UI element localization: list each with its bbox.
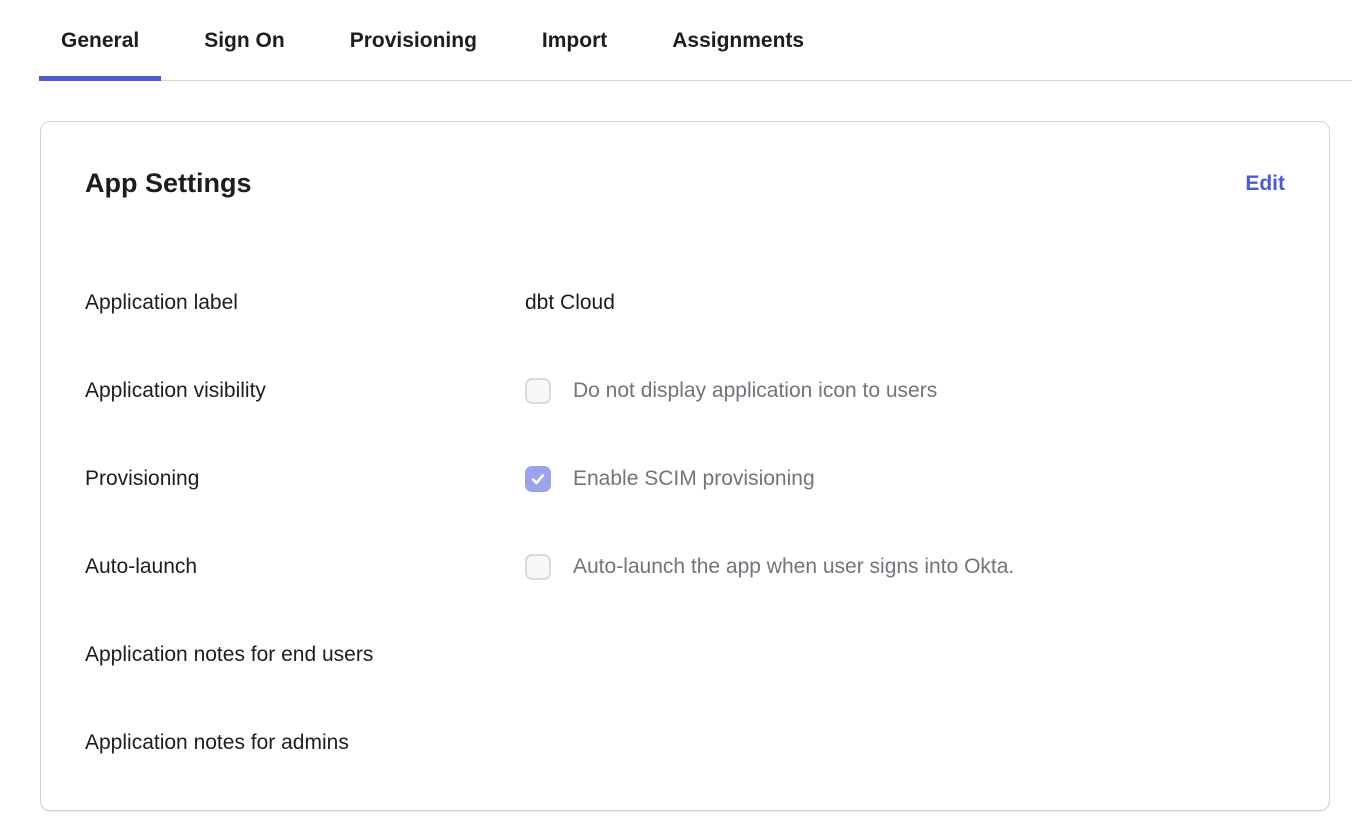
checkbox-checked[interactable] [525,466,551,492]
settings-row: Auto-launch Auto-launch the app when user… [85,552,1285,582]
checkbox-label: Auto-launch the app when user signs into… [573,552,1014,582]
setting-value-area: Auto-launch the app when user signs into… [525,552,1014,582]
tab-assignments[interactable]: Assignments [650,0,826,80]
card-title: App Settings [85,168,252,199]
setting-value-area: Do not display application icon to users [525,376,937,406]
settings-row: Application visibility Do not display app… [85,376,1285,406]
settings-row: Provisioning Enable SCIM provisioning [85,464,1285,494]
app-settings-card: App Settings Edit Application labeldbt C… [40,121,1330,811]
setting-label: Auto-launch [85,552,525,582]
settings-row: Application notes for admins [85,728,1285,758]
checkbox-unchecked[interactable] [525,378,551,404]
settings-row: Application notes for end users [85,640,1285,670]
setting-value: dbt Cloud [525,288,615,318]
edit-button[interactable]: Edit [1245,168,1285,199]
tab-sign-on[interactable]: Sign On [182,0,307,80]
setting-value-area: Enable SCIM provisioning [525,464,815,494]
setting-value-area: dbt Cloud [525,288,615,318]
setting-label: Provisioning [85,464,525,494]
tab-bar: General Sign On Provisioning Import Assignme… [39,0,1352,81]
settings-row: Application labeldbt Cloud [85,288,1285,318]
check-icon [530,471,546,487]
checkbox-unchecked[interactable] [525,554,551,580]
checkbox-label: Enable SCIM provisioning [573,464,815,494]
setting-label: Application label [85,288,525,318]
checkbox-label: Do not display application icon to users [573,376,937,406]
card-header: App Settings Edit [85,168,1285,199]
tab-provisioning[interactable]: Provisioning [328,0,499,80]
setting-label: Application notes for admins [85,728,525,758]
setting-label: Application notes for end users [85,640,525,670]
tab-import[interactable]: Import [520,0,629,80]
tab-general[interactable]: General [39,0,161,80]
settings-rows: Application labeldbt Cloud Application vi… [85,288,1285,758]
setting-label: Application visibility [85,376,525,406]
